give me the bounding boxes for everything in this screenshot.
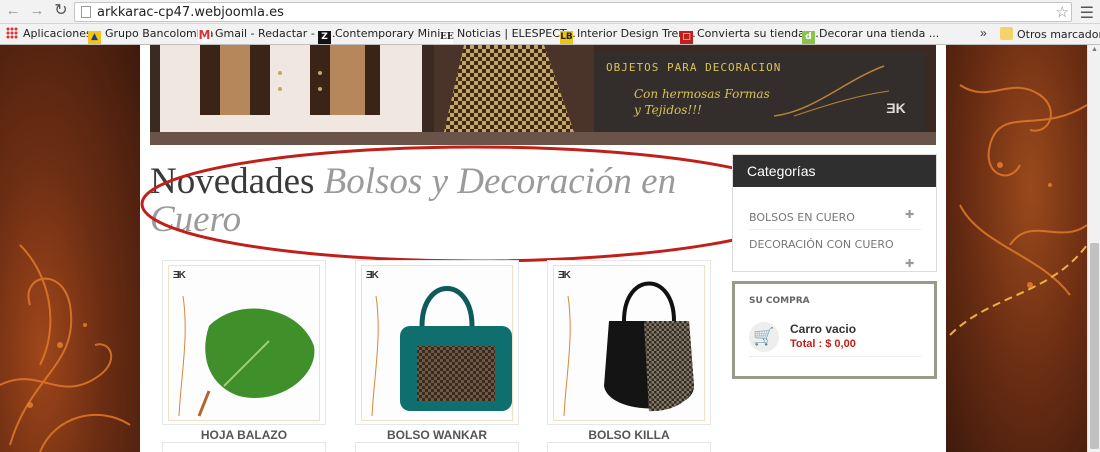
main-content: OBJETOS PARA DECORACION Con hermosas For… (140, 45, 946, 452)
hero-banner[interactable]: OBJETOS PARA DECORACION Con hermosas For… (150, 45, 936, 145)
product-card[interactable]: ƎK (547, 260, 711, 425)
page-viewport: OBJETOS PARA DECORACION Con hermosas For… (0, 45, 1087, 452)
menu-icon[interactable]: ☰ (1080, 3, 1094, 23)
product-image-bolso-wankar: ƎK (361, 265, 513, 421)
cart-title: SU COMPRA (749, 296, 810, 306)
expand-plus-icon[interactable]: ✚ (905, 257, 914, 270)
page-scrollbar[interactable]: ▲ (1087, 45, 1100, 452)
product-card[interactable]: ƎK (162, 260, 326, 425)
category-decoracion-con-cuero[interactable]: DECORACIÓN CON CUERO (749, 238, 919, 251)
browser-toolbar: ← → ↻ arkkarac-cp47.webjoomla.es ☆ ☰ (0, 0, 1100, 24)
bancolombia-icon: ▲ (88, 31, 101, 44)
scroll-thumb[interactable] (1090, 243, 1099, 449)
product-image-hoja-balazo: ƎK (168, 265, 320, 421)
page-title-strong: Novedades (150, 161, 315, 202)
banner-image-leather-cuffs (160, 45, 422, 132)
bookmark-gmail[interactable]: M Gmail - Redactar - a... (198, 27, 336, 42)
z-icon: Z (318, 31, 331, 44)
banner-swirl-icon (774, 65, 890, 117)
bookmark-bancolombia[interactable]: ▲ Grupo Bancolombia (88, 27, 214, 44)
banner-line2: Con hermosas Formas (634, 87, 770, 101)
product-card[interactable]: ƎK (355, 260, 519, 425)
bookmark-convierta[interactable]: □ Convierta su tienda ... (680, 27, 819, 44)
store-icon: □ (680, 31, 693, 44)
more-bookmarks-button[interactable]: » (980, 26, 987, 40)
banner-image-houndstooth-bag (434, 45, 594, 132)
cart-total: Total : $ 0,00 (790, 338, 856, 350)
bookmark-decorar[interactable]: d Decorar una tienda ... (802, 27, 939, 44)
banner-line3: y Tejidos!!! (634, 103, 702, 117)
ee-icon: EE (440, 31, 454, 44)
bookmark-other[interactable]: Otros marcadores (1000, 27, 1100, 41)
reload-icon[interactable]: ↻ (52, 2, 70, 20)
bookmark-elespectador[interactable]: EE Noticias | ELESPECT... (440, 27, 576, 44)
product-card-next-row (547, 442, 711, 452)
categories-title: Categorías (733, 155, 936, 187)
product-logo: ƎK (366, 270, 379, 281)
product-logo: ƎK (173, 270, 186, 281)
categories-module: Categorías BOLSOS EN CUERO ✚ DECORACIÓN … (732, 154, 937, 272)
page-title: Novedades Bolsos y Decoración en Cuero (150, 163, 730, 239)
folder-icon (1000, 27, 1013, 40)
category-divider (749, 229, 921, 230)
back-arrow-icon[interactable]: ← (4, 2, 22, 20)
product-image-bolso-killa: ƎK (553, 265, 705, 421)
cart-empty-label[interactable]: Carro vacio (790, 322, 856, 336)
product-name[interactable]: BOLSO KILLA (547, 428, 711, 442)
bookmark-star-icon[interactable]: ☆ (1056, 3, 1069, 21)
url-text[interactable]: arkkarac-cp47.webjoomla.es (97, 5, 284, 20)
banner-bottom-strip (150, 132, 936, 145)
product-logo: ƎK (558, 270, 571, 281)
cart-module: SU COMPRA 🛒 Carro vacio Total : $ 0,00 (732, 281, 937, 379)
address-bar[interactable]: arkkarac-cp47.webjoomla.es ☆ (74, 2, 1072, 22)
product-name[interactable]: HOJA BALAZO (162, 428, 326, 442)
cart-divider (749, 356, 921, 357)
category-bolsos-en-cuero[interactable]: BOLSOS EN CUERO (749, 211, 919, 224)
bookmark-interior-design[interactable]: LB Interior Design Tren... (560, 27, 696, 44)
gmail-icon: M (198, 28, 211, 42)
banner-line1: OBJETOS PARA DECORACION (606, 61, 782, 74)
shopping-cart-icon[interactable]: 🛒 (749, 322, 779, 352)
product-name[interactable]: BOLSO WANKAR (355, 428, 519, 442)
bookmark-contemporary[interactable]: Z Contemporary Mini... (318, 27, 451, 44)
product-card-next-row (355, 442, 519, 452)
apps-grid-icon (6, 27, 18, 39)
d-icon: d (802, 31, 815, 44)
product-card-next-row (162, 442, 326, 452)
lb-icon: LB (560, 31, 573, 44)
banner-caption: OBJETOS PARA DECORACION Con hermosas For… (594, 51, 926, 132)
bookmarks-bar: Aplicaciones ▲ Grupo Bancolombia M Gmail -… (0, 24, 1100, 45)
expand-plus-icon[interactable]: ✚ (905, 208, 914, 221)
bookmark-apps[interactable]: Aplicaciones (6, 27, 92, 40)
scroll-up-arrow-icon[interactable]: ▲ (1090, 46, 1099, 53)
page-icon (81, 6, 91, 18)
forward-arrow-icon[interactable]: → (28, 2, 46, 20)
